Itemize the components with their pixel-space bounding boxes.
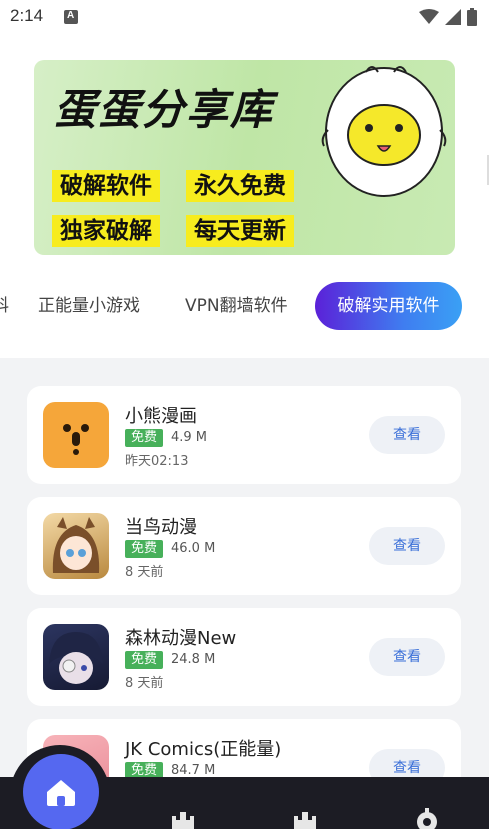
home-button[interactable] — [23, 754, 99, 829]
list-item[interactable]: 森林动漫New 免费 24.8 M 8 天前 查看 — [27, 608, 461, 706]
banner-tag: 独家破解 — [52, 215, 160, 247]
list-item[interactable]: 当鸟动漫 免费 46.0 M 8 天前 查看 — [27, 497, 461, 595]
tab-games[interactable]: 正能量小游戏 — [38, 282, 140, 330]
banner-title: 蛋蛋分享库 — [54, 85, 275, 134]
signal-icon — [445, 9, 461, 25]
app-update-time: 昨天02:13 — [125, 454, 189, 469]
tab-cracked-software[interactable]: 破解实用软件 — [315, 282, 462, 330]
wifi-icon — [419, 9, 439, 24]
egg-mascot-icon — [321, 66, 447, 197]
banner-tag: 破解软件 — [52, 170, 160, 202]
forest-anime-app-icon — [43, 624, 109, 690]
app-name: JK Comics(正能量) — [125, 739, 282, 760]
castle-icon[interactable] — [170, 806, 196, 829]
app-name: 当鸟动漫 — [125, 517, 197, 538]
app-size: 46.0 M — [171, 541, 216, 556]
app-update-time: 8 天前 — [125, 565, 164, 580]
status-time: 2:14 — [10, 6, 44, 25]
status-icons — [419, 8, 477, 26]
home-icon — [47, 780, 75, 806]
view-button[interactable]: 查看 — [369, 416, 445, 454]
tab-partial[interactable]: 科 — [0, 282, 9, 330]
status-bar: 2:14 — [0, 0, 489, 34]
bear-app-icon — [43, 402, 109, 468]
notification-icon — [64, 10, 78, 24]
app-name: 小熊漫画 — [125, 406, 197, 427]
view-button[interactable]: 查看 — [369, 638, 445, 676]
app-size: 24.8 M — [171, 652, 216, 667]
category-tabs: 科 正能量小游戏 VPN翻墙软件 破解实用软件 — [0, 282, 489, 332]
app-size: 84.7 M — [171, 763, 216, 778]
free-badge: 免费 — [125, 651, 164, 669]
app-name: 森林动漫New — [125, 628, 237, 649]
banner-tag: 每天更新 — [186, 215, 294, 247]
view-button[interactable]: 查看 — [369, 527, 445, 565]
free-badge: 免费 — [125, 540, 164, 558]
promo-banner[interactable]: 蛋蛋分享库 破解软件 永久免费 独家破解 每天更新 — [34, 60, 455, 255]
app-update-time: 8 天前 — [125, 676, 164, 691]
castle-icon[interactable] — [292, 806, 318, 829]
battery-icon — [467, 8, 477, 26]
tab-vpn[interactable]: VPN翻墙软件 — [185, 282, 288, 330]
list-item[interactable]: 小熊漫画 免费 4.9 M 昨天02:13 查看 — [27, 386, 461, 484]
app-size: 4.9 M — [171, 430, 208, 445]
banner-tag: 永久免费 — [186, 170, 294, 202]
gear-icon[interactable] — [414, 806, 440, 829]
anime-app-icon — [43, 513, 109, 579]
free-badge: 免费 — [125, 429, 164, 447]
